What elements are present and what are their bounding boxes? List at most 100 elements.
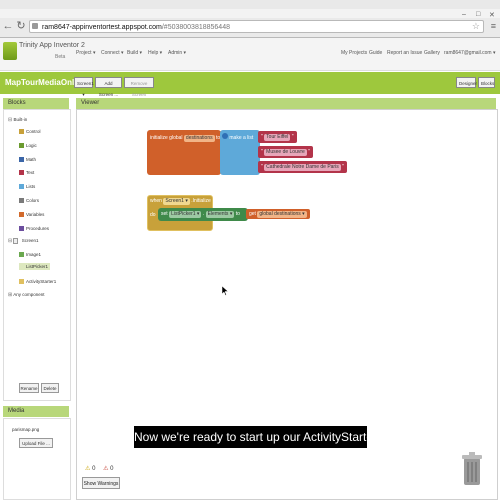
text-value[interactable]: Musee de Louvre — [264, 149, 307, 156]
text-color-icon — [19, 170, 24, 176]
page-icon — [32, 23, 38, 29]
event-block-header: when Screen1 ▾ .Initialize — [150, 196, 211, 206]
rename-button[interactable]: Rename — [19, 383, 39, 393]
tree-item-label: Math — [26, 157, 37, 162]
maximize-icon[interactable]: □ — [476, 11, 480, 18]
menu-wrench-icon[interactable]: ≡ — [491, 21, 496, 31]
reload-icon[interactable]: ↻ — [15, 20, 27, 32]
tree-item-image1[interactable]: Image1 — [19, 252, 41, 258]
tree-item-colors[interactable]: Colors — [19, 198, 40, 204]
set-text: set — [161, 211, 168, 217]
menu-project[interactable]: Project ▾ — [76, 50, 95, 56]
variables-color-icon — [19, 212, 24, 218]
text-value[interactable]: Cathedrale Notre Dame de Paris — [264, 164, 341, 171]
listpicker-icon — [19, 264, 24, 270]
make-a-list-text: make a list — [229, 135, 254, 141]
tree-screen1[interactable]: ⊟ Screen1 — [8, 238, 39, 244]
screen-select[interactable]: Screen1 ▾ — [74, 77, 94, 97]
menu-admin[interactable]: Admin ▾ — [168, 50, 186, 56]
mutator-gear-icon[interactable] — [222, 133, 228, 139]
get-variable-dropdown[interactable]: global destinations ▾ — [257, 211, 307, 218]
tree-item-label: Variables — [26, 212, 45, 217]
url-domain: ram8647-appinventortest.appspot.com — [42, 24, 162, 31]
tree-toggle-icon[interactable]: ⊟ — [8, 117, 12, 123]
video-caption: Now we're ready to start up our Activity… — [134, 426, 380, 448]
colors-color-icon — [19, 198, 24, 204]
tree-item-control[interactable]: Control — [19, 129, 41, 135]
app-title: Trinity App Inventor 2 — [19, 42, 85, 49]
tree-builtin[interactable]: ⊟ Built-in — [8, 117, 27, 123]
warning-indicators: ⚠ 0 ⚠ 0 — [85, 465, 113, 472]
remove-screen-button[interactable]: Remove Screen — [124, 77, 154, 97]
do-label: do — [150, 212, 156, 218]
address-row: ← ↻ ram8647-appinventortest.appspot.com/… — [0, 18, 500, 38]
menu-build[interactable]: Build ▾ — [127, 50, 142, 56]
text-block-2[interactable]: " Musee de Louvre " — [258, 146, 313, 158]
blocks-panel: ⊟ Built-in Control Logic Math Text Lists… — [3, 109, 71, 401]
url-path: /#5038003818856448 — [161, 24, 230, 31]
error-icon: ⚠ — [103, 466, 109, 472]
blocks-button[interactable]: Blocks — [478, 77, 495, 88]
lists-color-icon — [19, 184, 24, 190]
link-gallery[interactable]: Gallery — [424, 50, 440, 56]
tree-item-label: Colors — [26, 198, 40, 203]
tree-item-activitystarter1[interactable]: ActivityStarter1 — [19, 279, 56, 285]
tree-toggle-icon[interactable]: ⊟ — [8, 238, 12, 244]
errors-count: 0 — [110, 466, 114, 472]
back-icon[interactable]: ← — [2, 20, 14, 32]
media-file[interactable]: parismap.png — [12, 427, 39, 432]
delete-button[interactable]: Delete — [41, 383, 59, 393]
link-my-projects[interactable]: My Projects — [341, 50, 367, 56]
event-component-dropdown[interactable]: Screen1 ▾ — [163, 198, 190, 205]
bookmark-star-icon[interactable]: ☆ — [472, 21, 480, 32]
warnings-count: 0 — [92, 466, 96, 472]
viewer-header: Viewer — [76, 98, 496, 109]
show-warnings-button[interactable]: Show Warnings — [82, 477, 120, 489]
tree-screen1-label: Screen1 — [21, 238, 39, 244]
screen-icon — [13, 238, 19, 244]
tree-item-math[interactable]: Math — [19, 157, 37, 163]
tree-item-label: Control — [26, 129, 41, 134]
menu-connect[interactable]: Connect ▾ — [101, 50, 124, 56]
tree-any-component[interactable]: ⊞ Any component — [8, 292, 45, 298]
global-block-label: initialize global destinations to — [150, 133, 220, 143]
global-var-name[interactable]: destinations — [183, 135, 215, 142]
media-panel-header: Media — [3, 406, 69, 417]
upload-file-button[interactable]: Upload File ... — [19, 438, 53, 448]
tree-expand-icon[interactable]: ⊞ — [8, 292, 12, 298]
set-property-dropdown[interactable]: Elements ▾ — [205, 211, 235, 218]
tree-item-label: ListPicker1 — [26, 264, 49, 269]
project-name: MapTourMediaOnly — [5, 78, 79, 87]
link-guide[interactable]: Guide — [369, 50, 382, 56]
trash-can-icon[interactable] — [462, 452, 482, 486]
minimize-icon[interactable]: – — [462, 11, 466, 18]
tree-item-variables[interactable]: Variables — [19, 212, 45, 218]
tree-item-logic[interactable]: Logic — [19, 143, 37, 149]
set-property-label: set ListPicker1 ▾ . Elements ▾ to — [161, 211, 240, 218]
browser-chrome: – □ ✕ ← ↻ ram8647-appinventortest.appspo… — [0, 0, 500, 38]
text-block-3[interactable]: " Cathedrale Notre Dame de Paris " — [258, 161, 347, 173]
app-header: Trinity App Inventor 2 Beta Project ▾ Co… — [0, 38, 500, 71]
menu-help[interactable]: Help ▾ — [148, 50, 162, 56]
designer-button[interactable]: Designer — [456, 77, 477, 88]
initialize-global-text: initialize global — [150, 135, 183, 141]
user-account-menu[interactable]: ram8647@gmail.com ▾ — [444, 50, 496, 56]
tree-item-procedures[interactable]: Procedures — [19, 226, 49, 232]
math-color-icon — [19, 157, 24, 163]
tree-item-text[interactable]: Text — [19, 170, 34, 176]
when-text: when — [150, 198, 162, 204]
add-screen-button[interactable]: Add Screen ... — [95, 77, 122, 97]
link-report-issue[interactable]: Report an Issue — [387, 50, 422, 56]
tree-builtin-label: Built-in — [13, 117, 28, 122]
get-variable-block[interactable]: get global destinations ▾ — [246, 209, 310, 219]
url-bar[interactable]: ram8647-appinventortest.appspot.com/#503… — [29, 20, 484, 33]
set-component-dropdown[interactable]: ListPicker1 ▾ — [169, 211, 202, 218]
text-value[interactable]: Tour Eiffel — [264, 134, 291, 141]
text-block-1[interactable]: " Tour Eiffel " — [258, 131, 297, 143]
tree-item-listpicker1[interactable]: ListPicker1 — [19, 263, 51, 271]
activitystarter-icon — [19, 279, 24, 285]
logic-color-icon — [19, 143, 24, 149]
tree-item-lists[interactable]: Lists — [19, 184, 35, 190]
event-name: .Initialize — [191, 198, 211, 204]
image-icon — [19, 252, 24, 258]
